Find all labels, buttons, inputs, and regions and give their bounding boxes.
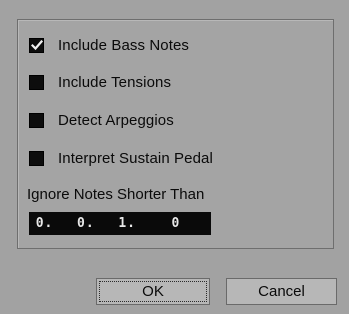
options-group: Include Bass Notes Include Tensions Dete… bbox=[17, 19, 334, 249]
cancel-button-label: Cancel bbox=[258, 283, 305, 300]
detect-arpeggios-checkbox[interactable] bbox=[29, 112, 44, 128]
interpret-sustain-pedal-option[interactable]: Interpret Sustain Pedal bbox=[29, 148, 213, 168]
include-tensions-checkbox[interactable] bbox=[29, 74, 44, 90]
ignore-notes-length-field[interactable]: 0. 0. 1. 0 bbox=[29, 212, 211, 235]
detect-arpeggios-option[interactable]: Detect Arpeggios bbox=[29, 110, 174, 130]
interpret-sustain-pedal-label: Interpret Sustain Pedal bbox=[58, 149, 213, 167]
detect-arpeggios-label: Detect Arpeggios bbox=[58, 111, 174, 129]
ignore-notes-shorter-than-label: Ignore Notes Shorter Than bbox=[27, 186, 205, 203]
include-tensions-option[interactable]: Include Tensions bbox=[29, 72, 171, 92]
interpret-sustain-pedal-checkbox[interactable] bbox=[29, 150, 44, 166]
focus-ring bbox=[99, 281, 207, 302]
cancel-button[interactable]: Cancel bbox=[226, 278, 337, 305]
include-bass-notes-label: Include Bass Notes bbox=[58, 36, 190, 54]
include-bass-notes-option[interactable]: Include Bass Notes bbox=[29, 35, 189, 55]
checkmark-icon bbox=[30, 39, 43, 50]
include-tensions-label: Include Tensions bbox=[58, 73, 172, 91]
ok-button[interactable]: OK bbox=[96, 278, 210, 305]
include-bass-notes-checkbox[interactable] bbox=[29, 37, 44, 53]
dialog: Include Bass Notes Include Tensions Dete… bbox=[0, 0, 349, 314]
